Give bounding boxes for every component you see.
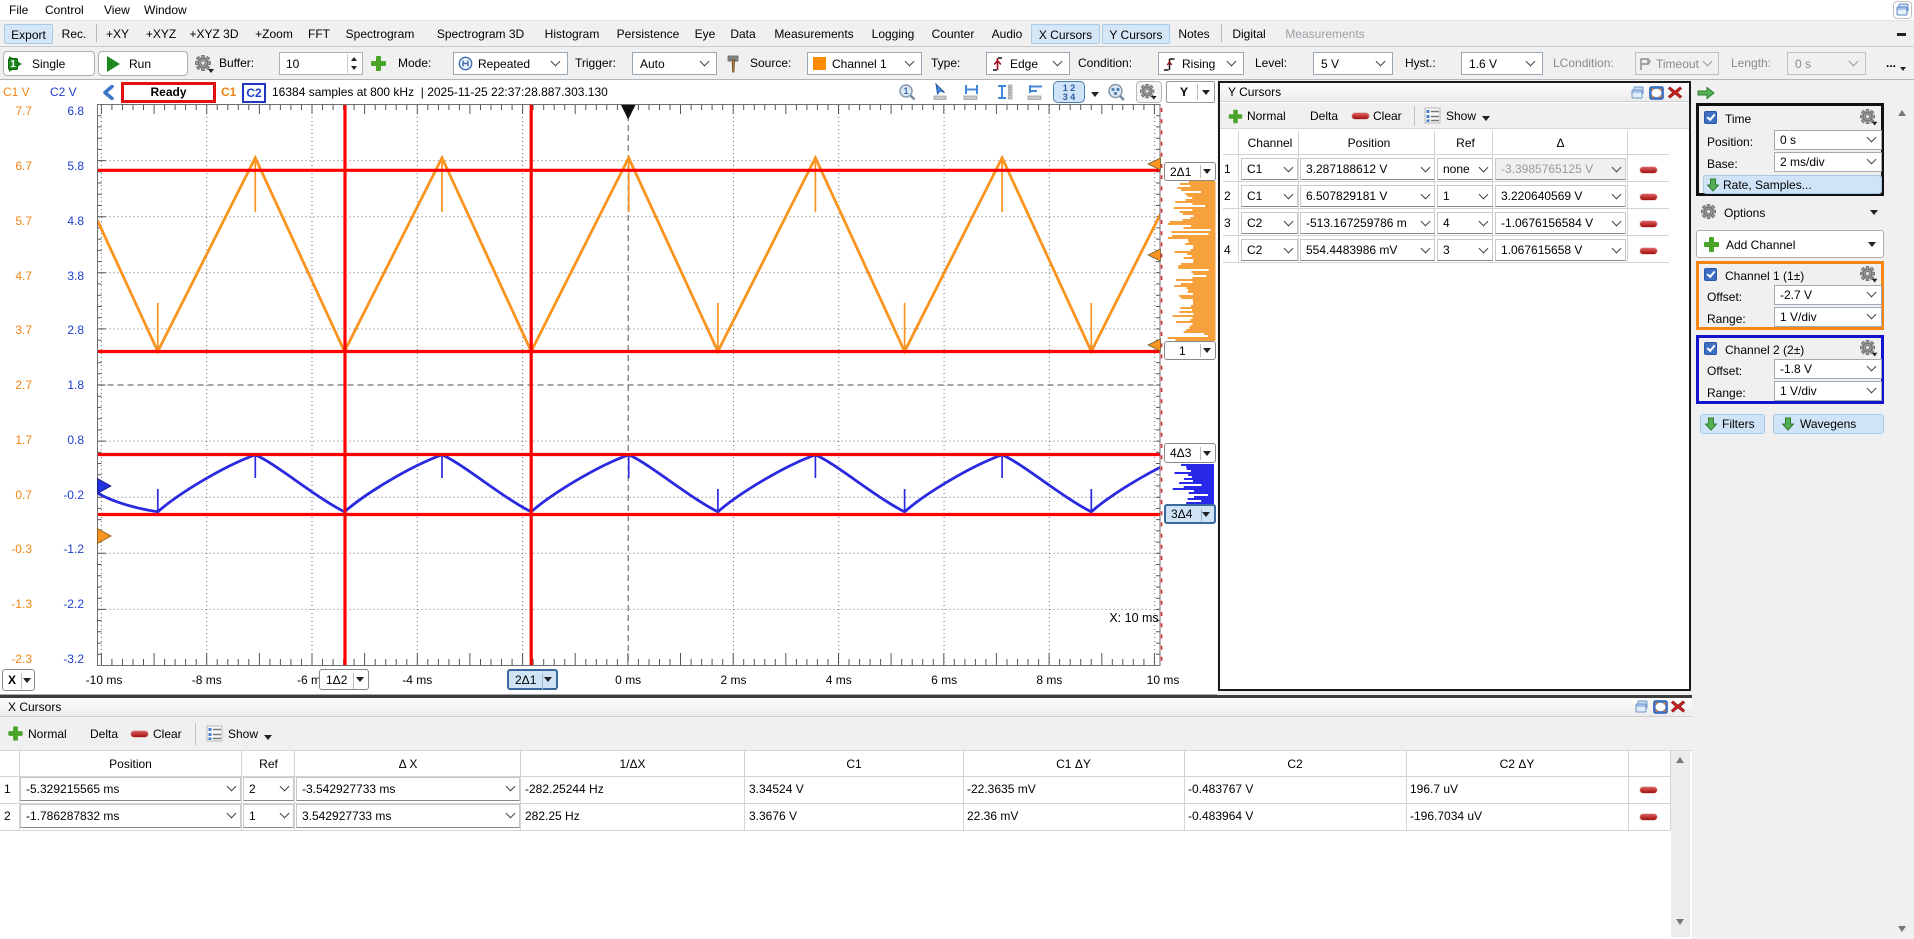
svg-text:X: 10 ms: X: 10 ms [1109,611,1158,625]
svg-text:1: 1 [903,86,908,96]
